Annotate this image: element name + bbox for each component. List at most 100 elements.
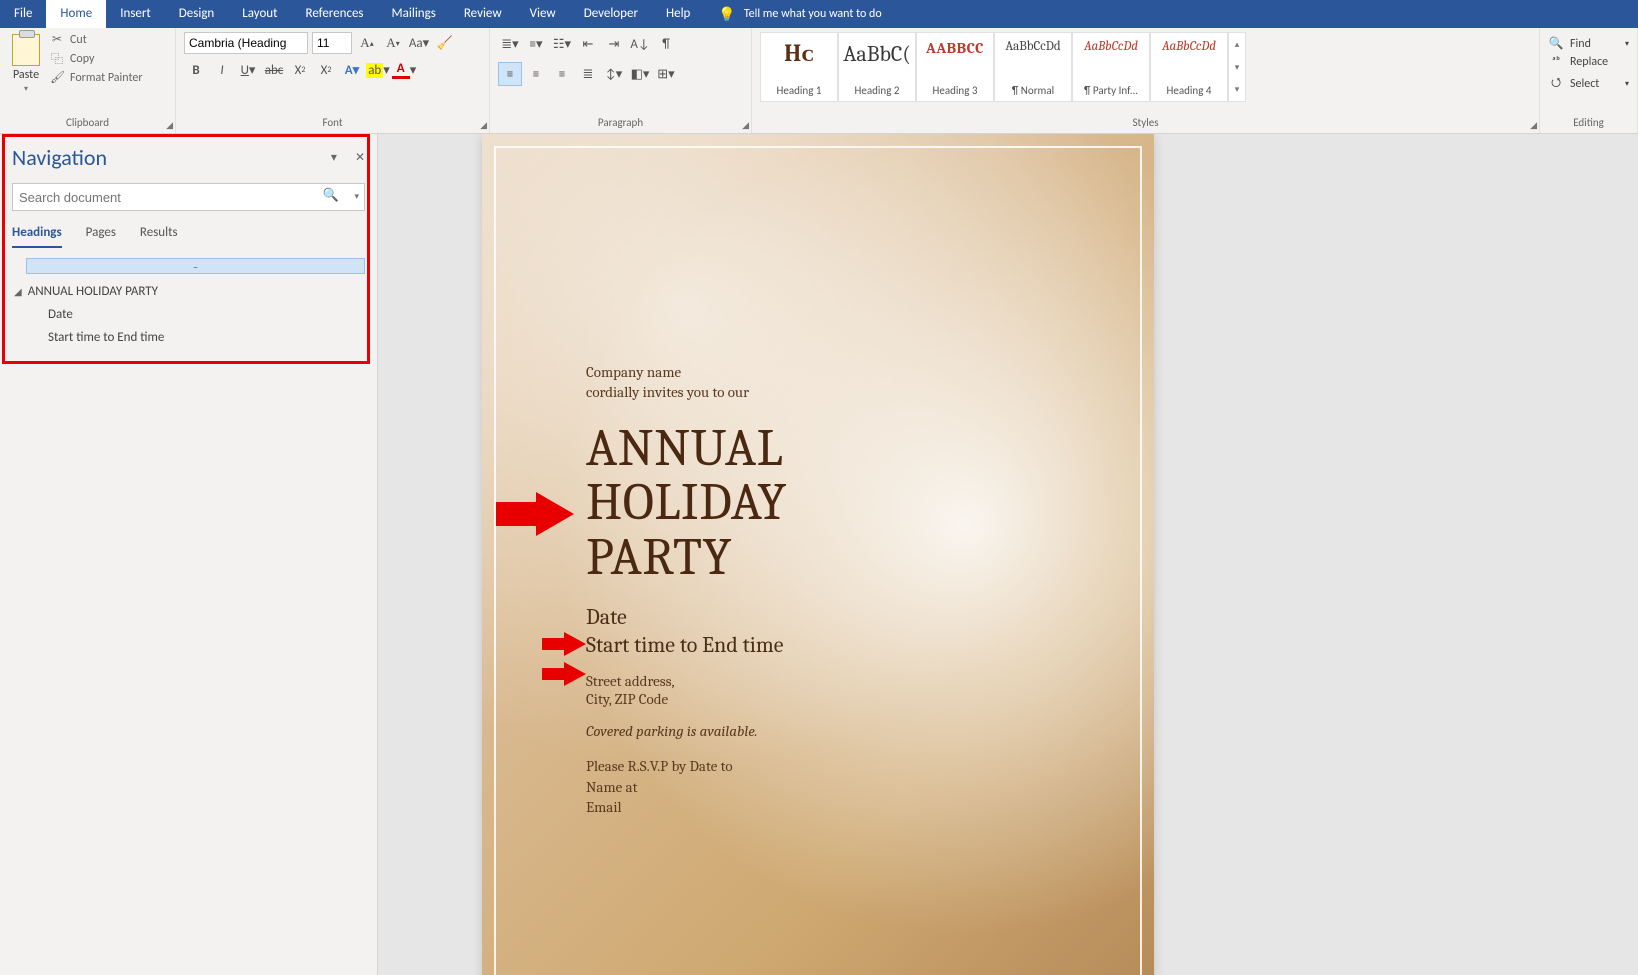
tab-file[interactable]: File: [0, 0, 46, 28]
tab-help[interactable]: Help: [652, 0, 704, 28]
bullets-button[interactable]: ≣▾: [498, 32, 522, 56]
tab-design[interactable]: Design: [165, 0, 228, 28]
numbering-button[interactable]: ≡▾: [524, 32, 548, 56]
font-size-input[interactable]: [312, 32, 352, 54]
increase-indent-button[interactable]: ⇥: [602, 32, 626, 56]
dialog-launcher-icon[interactable]: ◢: [166, 120, 173, 131]
group-label-editing: Editing: [1548, 116, 1629, 131]
menu-bar: File Home Insert Design Layout Reference…: [0, 0, 1638, 28]
underline-button[interactable]: U▾: [236, 58, 260, 82]
decrease-indent-button[interactable]: ⇤: [576, 32, 600, 56]
sort-button[interactable]: A↓: [628, 32, 652, 56]
shrink-font-button[interactable]: A▾: [382, 32, 404, 54]
group-label-styles: Styles: [760, 116, 1531, 131]
document-page[interactable]: Company name cordially invites you to ou…: [482, 134, 1154, 975]
replace-button[interactable]: ᵃᵇReplace: [1548, 55, 1629, 69]
find-button[interactable]: 🔍Find▾: [1548, 36, 1629, 51]
font-color-button[interactable]: A▾: [392, 58, 416, 82]
style-preview: AaBbCcDd: [1005, 39, 1060, 54]
dialog-launcher-icon[interactable]: ◢: [480, 120, 487, 131]
style-heading2[interactable]: AaBbC( Heading 2: [838, 32, 916, 102]
cursor-icon: ⭯: [1548, 73, 1564, 94]
dialog-launcher-icon[interactable]: ◢: [1530, 120, 1537, 131]
close-icon[interactable]: ✕: [355, 150, 365, 165]
shading-button[interactable]: ◧▾: [628, 62, 652, 86]
tab-view[interactable]: View: [516, 0, 570, 28]
justify-button[interactable]: ≣: [576, 62, 600, 86]
heading-item-h1[interactable]: ◢ ANNUAL HOLIDAY PARTY: [12, 280, 365, 303]
tab-insert[interactable]: Insert: [106, 0, 165, 28]
heading-time[interactable]: Start time to End time: [586, 632, 1114, 658]
font-name-input[interactable]: [184, 32, 308, 54]
show-hide-button[interactable]: ¶: [654, 32, 678, 56]
style-name: Heading 2: [855, 84, 900, 97]
style-preview: AABBCC: [926, 39, 984, 57]
strikethrough-button[interactable]: abc: [262, 58, 286, 82]
parking-text[interactable]: Covered parking is available.: [586, 722, 1114, 740]
align-center-button[interactable]: ≡: [524, 62, 548, 86]
cut-button[interactable]: ✂Cut: [50, 32, 143, 47]
style-name: ¶ Normal: [1012, 84, 1054, 97]
borders-button[interactable]: ⊞▾: [654, 62, 678, 86]
chevron-down-icon[interactable]: ▾: [331, 150, 337, 165]
chevron-down-icon[interactable]: ▾: [354, 191, 359, 202]
company-text[interactable]: Company name cordially invites you to ou…: [586, 362, 1114, 403]
paste-button[interactable]: Paste ▾: [8, 32, 44, 96]
style-heading3[interactable]: AABBCC Heading 3: [916, 32, 994, 102]
collapse-bar[interactable]: –: [26, 258, 365, 274]
replace-label: Replace: [1570, 55, 1608, 69]
select-button[interactable]: ⭯Select▾: [1548, 73, 1629, 94]
heading-date[interactable]: Date: [586, 604, 1114, 630]
copy-button[interactable]: ⿻Copy: [50, 50, 143, 67]
paste-label: Paste: [13, 68, 39, 82]
style-heading4[interactable]: AaBbCcDd Heading 4: [1150, 32, 1228, 102]
search-icon[interactable]: 🔍: [323, 188, 339, 203]
subscript-button[interactable]: X2: [288, 58, 312, 82]
tell-me[interactable]: 💡 Tell me what you want to do: [704, 0, 881, 28]
style-heading1[interactable]: Hᴄ Heading 1: [760, 32, 838, 102]
address-text[interactable]: Street address, City, ZIP Code: [586, 672, 1114, 708]
text-effects-button[interactable]: A▾: [340, 58, 364, 82]
triangle-down-icon[interactable]: ◢: [14, 285, 22, 298]
chevron-down-icon[interactable]: ▾: [1229, 56, 1245, 79]
tab-layout[interactable]: Layout: [228, 0, 291, 28]
document-title[interactable]: ANNUAL HOLIDAY PARTY: [586, 421, 1114, 585]
more-icon[interactable]: ▾: [1229, 78, 1245, 101]
tab-pages[interactable]: Pages: [86, 225, 116, 248]
change-case-button[interactable]: Aa▾: [408, 32, 430, 54]
bold-button[interactable]: B: [184, 58, 208, 82]
tab-home[interactable]: Home: [46, 0, 106, 28]
rsvp-text[interactable]: Please R.S.V.P by Date to Name at Email: [586, 756, 1114, 817]
page-content: Company name cordially invites you to ou…: [586, 362, 1114, 817]
style-name: Heading 3: [933, 84, 978, 97]
tab-review[interactable]: Review: [450, 0, 516, 28]
tab-developer[interactable]: Developer: [570, 0, 652, 28]
group-label-font: Font: [184, 116, 481, 131]
tab-results[interactable]: Results: [140, 225, 178, 248]
align-right-button[interactable]: ≡: [550, 62, 574, 86]
style-gallery-scroll[interactable]: ▴ ▾ ▾: [1228, 32, 1246, 102]
group-editing: 🔍Find▾ ᵃᵇReplace ⭯Select▾ Editing: [1540, 28, 1638, 133]
superscript-button[interactable]: X2: [314, 58, 338, 82]
dialog-launcher-icon[interactable]: ◢: [742, 120, 749, 131]
chevron-up-icon[interactable]: ▴: [1229, 33, 1245, 56]
format-painter-button[interactable]: 🖌Format Painter: [50, 70, 143, 85]
clear-formatting-button[interactable]: 🧹: [434, 32, 456, 54]
tab-headings[interactable]: Headings: [12, 225, 62, 248]
tab-mailings[interactable]: Mailings: [378, 0, 450, 28]
align-left-button[interactable]: ≡: [498, 62, 522, 86]
highlight-button[interactable]: ab▾: [366, 58, 390, 82]
style-party-info[interactable]: AaBbCcDd ¶ Party Inf...: [1072, 32, 1150, 102]
style-normal[interactable]: AaBbCcDd ¶ Normal: [994, 32, 1072, 102]
select-label: Select: [1570, 77, 1599, 91]
heading-item-h2[interactable]: Start time to End time: [12, 326, 365, 349]
line-spacing-button[interactable]: ↕▾: [602, 62, 626, 86]
navigation-pane: Navigation ▾ ✕ 🔍 ▾ Headings Pages Result…: [0, 134, 378, 975]
style-preview: AaBbCcDd: [1084, 39, 1138, 54]
grow-font-button[interactable]: A▴: [356, 32, 378, 54]
heading-item-h2[interactable]: Date: [12, 303, 365, 326]
italic-button[interactable]: I: [210, 58, 234, 82]
search-input[interactable]: [12, 183, 365, 211]
tab-references[interactable]: References: [292, 0, 378, 28]
multilevel-list-button[interactable]: ☷▾: [550, 32, 574, 56]
